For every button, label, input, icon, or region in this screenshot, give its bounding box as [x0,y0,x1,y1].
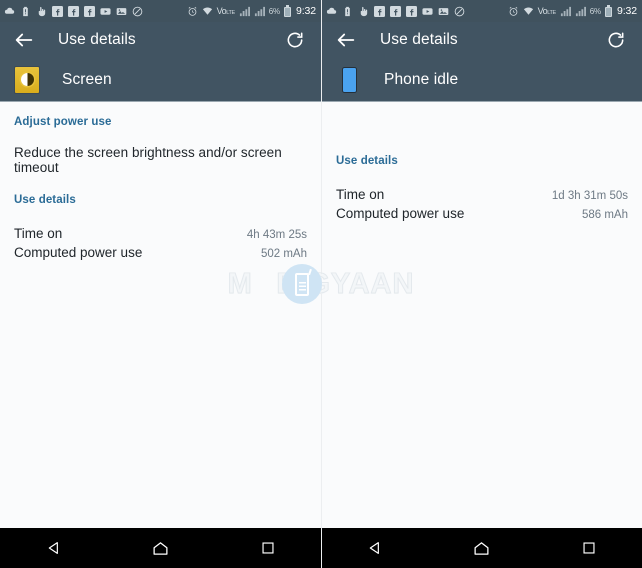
back-arrow-icon[interactable] [335,29,357,51]
status-bar-system-icons: Vo LTE 6% 9:32 [508,5,637,17]
page-title: Use details [380,31,458,48]
android-navigation-bar [0,528,321,568]
usage-stats-list: Time on 1d 3h 31m 50s Computed power use… [336,167,628,221]
battery-icon [604,5,612,17]
volte-indicator: Vo LTE [216,6,236,16]
screen-brightness-icon [14,65,40,94]
app-name-label: Phone idle [384,70,459,88]
do-not-disturb-icon [454,6,465,17]
wifi-icon [523,6,534,17]
facebook-icon [390,5,401,17]
adjust-power-use-heading: Adjust power use [14,116,112,128]
youtube-icon [100,6,111,17]
refresh-icon[interactable] [285,30,305,50]
battery-alert-icon [20,6,31,17]
use-details-heading: Use details [336,155,398,167]
nav-home-button[interactable] [462,528,502,568]
facebook-icon [406,5,417,17]
touch-hand-icon [36,6,47,17]
status-bar: Vo LTE 6% 9:32 [322,0,642,22]
app-usage-header: Phone idle [322,58,642,102]
stat-value: 502 mAh [260,248,307,260]
nav-home-button[interactable] [141,528,181,568]
youtube-icon [422,6,433,17]
list-item: Time on 4h 43m 25s [14,226,307,241]
app-usage-header: Screen [0,58,321,102]
nav-back-button[interactable] [34,528,74,568]
back-arrow-icon[interactable] [13,29,35,51]
facebook-icon [52,5,63,17]
alarm-clock-icon [187,6,198,17]
app-toolbar: Use details [0,22,321,58]
use-details-heading: Use details [14,194,76,206]
battery-percent-label: 6% [268,6,280,16]
battery-percent-label: 6% [589,6,601,16]
usage-content: Adjust power use Reduce the screen brigh… [0,102,321,528]
image-gallery-icon [116,6,127,17]
stat-label: Computed power use [14,245,143,260]
list-item: Time on 1d 3h 31m 50s [336,187,628,202]
screen-usage-panel: Vo LTE 6% 9:32 Use details Screen Adjust … [0,0,321,568]
stat-label: Time on [336,187,385,202]
clock-label: 9:32 [616,5,637,17]
list-item: Computed power use 586 mAh [336,206,628,221]
android-navigation-bar [322,528,642,568]
list-item: Computed power use 502 mAh [14,245,307,260]
phone-idle-icon [336,66,362,94]
stat-label: Time on [14,226,63,241]
stat-value: 4h 43m 25s [246,229,307,241]
refresh-icon[interactable] [606,30,626,50]
status-bar-system-icons: Vo LTE 6% 9:32 [187,5,316,17]
signal-bars-icon [560,6,571,17]
alarm-clock-icon [508,6,519,17]
adjust-power-use-description: Reduce the screen brightness and/or scre… [14,145,282,175]
touch-hand-icon [358,6,369,17]
facebook-icon [84,5,95,17]
app-name-label: Screen [62,70,112,88]
facebook-icon [374,5,385,17]
status-bar-notifications [4,5,187,17]
status-bar: Vo LTE 6% 9:32 [0,0,321,22]
stat-value: 586 mAh [581,209,628,221]
page-title: Use details [58,31,136,48]
nav-recents-button[interactable] [569,528,609,568]
nav-recents-button[interactable] [248,528,288,568]
phone-idle-usage-panel: Vo LTE 6% 9:32 Use details Phone idle Use… [321,0,642,568]
app-toolbar: Use details [322,22,642,58]
cloud-icon [4,6,15,17]
clock-label: 9:32 [295,5,316,17]
image-gallery-icon [438,6,449,17]
usage-content: Use details Time on 1d 3h 31m 50s Comput… [322,102,642,528]
stat-label: Computed power use [336,206,465,221]
wifi-icon [202,6,213,17]
do-not-disturb-icon [132,6,143,17]
battery-icon [283,5,291,17]
nav-back-button[interactable] [355,528,395,568]
cloud-icon [326,6,337,17]
stat-value: 1d 3h 31m 50s [551,190,628,202]
signal-bars-icon [254,6,265,17]
dual-screenshot-container: Vo LTE 6% 9:32 Use details Screen Adjust … [0,0,642,568]
status-bar-notifications [326,5,508,17]
signal-bars-icon [575,6,586,17]
battery-alert-icon [342,6,353,17]
facebook-icon [68,5,79,17]
signal-bars-icon [239,6,250,17]
usage-stats-list: Time on 4h 43m 25s Computed power use 50… [14,206,307,260]
volte-indicator: Vo LTE [537,6,557,16]
